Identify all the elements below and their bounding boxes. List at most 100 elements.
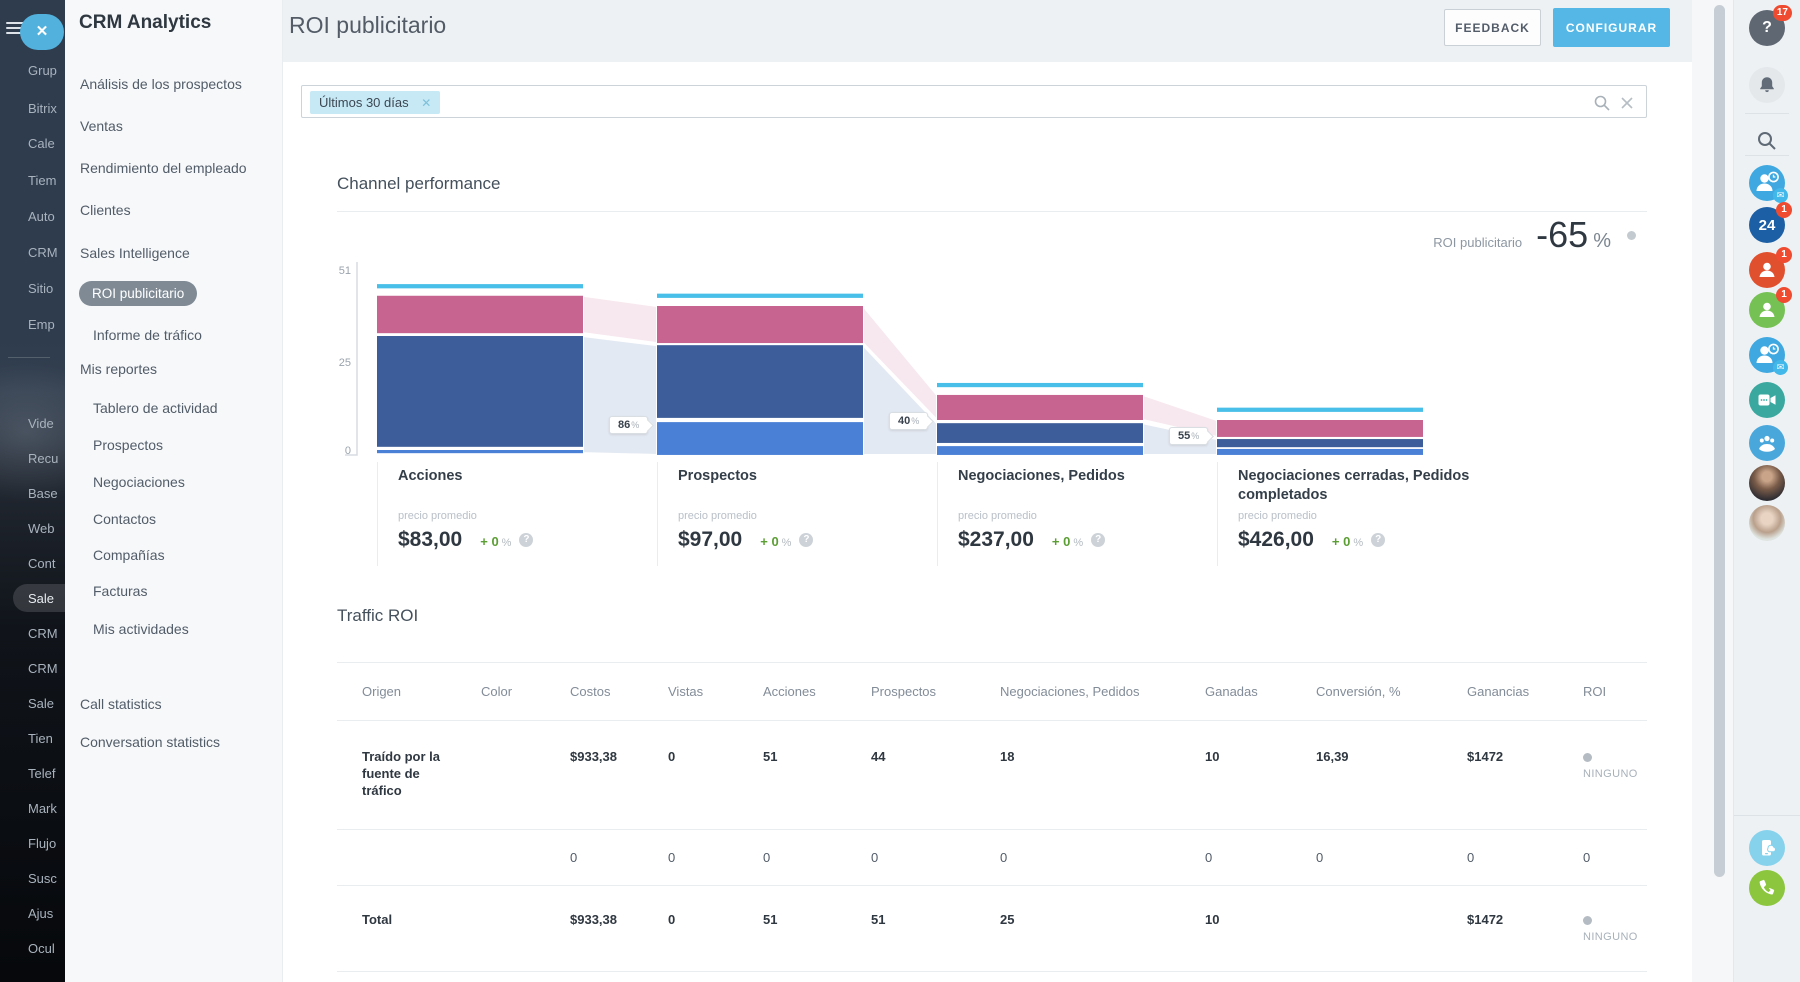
sidebar-item-conversation-statistics[interactable]: Conversation statistics [80,734,220,750]
sidebar-item-tablero-de-actividad[interactable]: Tablero de actividad [93,400,218,416]
column-header[interactable]: Ganancias [1442,663,1558,721]
collapsed-nav-item[interactable]: Mark [28,801,65,816]
sidebar-item-sales-intelligence[interactable]: Sales Intelligence [80,245,190,261]
collapsed-nav-item[interactable]: CRM [28,661,65,676]
collapsed-nav-item[interactable]: Telef [28,766,65,781]
collapsed-nav-item[interactable]: Tiem [28,173,65,188]
collapsed-nav-item[interactable]: Tien [28,731,65,746]
collapsed-nav-item[interactable]: Vide [28,416,65,431]
sidebar-item-clientes[interactable]: Clientes [80,202,131,218]
chip-remove-icon[interactable]: ✕ [421,96,431,110]
average-price-value: $237,00 [958,528,1034,552]
sidebar-item-mis-actividades[interactable]: Mis actividades [93,621,189,637]
price-delta: + 0 [1332,534,1350,549]
sidebar-item-an-lisis-de-los-prospectos[interactable]: Análisis de los prospectos [80,76,242,92]
sidebar-title: CRM Analytics [79,12,211,34]
funnel-segment-dark-blue [377,336,583,447]
collapsed-nav-item[interactable]: Ajus [28,906,65,921]
sidebar-item-call-statistics[interactable]: Call statistics [80,696,162,712]
value-cell: 0 [545,830,643,886]
crm-activities-button-2[interactable]: ✉ [1749,337,1785,373]
collapsed-nav-item[interactable]: Auto [28,209,65,224]
column-header[interactable]: Negociaciones, Pedidos [975,663,1180,721]
user-avatar-1[interactable] [1749,465,1785,501]
collapsed-nav-item[interactable]: Base [28,486,65,501]
vertical-scrollbar[interactable] [1714,5,1725,877]
sidebar-item-facturas[interactable]: Facturas [93,583,147,599]
page-title: ROI publicitario [289,12,446,39]
collapsed-nav-item[interactable]: CRM [28,626,65,641]
filter-search-bar[interactable]: Últimos 30 días ✕ [301,85,1647,118]
collapsed-nav-item[interactable]: Flujo [28,836,65,851]
collapsed-nav-item[interactable]: Ocul [28,941,65,956]
search-button[interactable] [1749,123,1785,159]
sidebar-item-informe-de-tr-fico[interactable]: Informe de tráfico [93,327,202,343]
crm-activities-button[interactable]: ✉ [1749,165,1785,201]
sidebar-item-negociaciones[interactable]: Negociaciones [93,474,185,490]
mobile-app-button[interactable] [1749,830,1785,866]
value-cell: 0 [738,830,846,886]
roi-summary: ROI publicitario -65 % [1433,214,1645,256]
column-header[interactable]: Acciones [738,663,846,721]
sidebar-item-mis-reportes[interactable]: Mis reportes [80,361,157,377]
search-icon[interactable] [1594,95,1610,111]
sidebar-item-prospectos[interactable]: Prospectos [93,437,163,453]
crm-clients-button[interactable]: 1 [1749,292,1785,328]
help-circle-icon[interactable]: ? [519,533,533,547]
column-header[interactable]: Vistas [643,663,738,721]
sidebar-item-roi-publicitario[interactable]: ROI publicitario [79,281,197,306]
column-header[interactable]: ROI [1558,663,1647,721]
help-circle-icon[interactable]: ? [1091,533,1105,547]
collapse-sidebar-button[interactable]: ✕ [20,14,64,50]
price-delta: + 0 [760,534,778,549]
collapsed-nav-item[interactable]: Bitrix [28,101,65,116]
sidebar-item-compa-as[interactable]: Compañías [93,547,165,563]
collapsed-nav-item[interactable]: Recu [28,451,65,466]
help-circle-icon[interactable]: ? [799,533,813,547]
user-avatar-2[interactable] [1749,505,1785,541]
collapsed-nav-item[interactable]: Web [28,521,65,536]
collapsed-nav-item[interactable]: CRM [28,245,65,260]
collapsed-nav-item[interactable]: Emp [28,317,65,332]
collapsed-nav-item[interactable]: Susc [28,871,65,886]
telephony-button[interactable] [1749,870,1785,906]
bitrix24-chat-button[interactable]: 241 [1749,207,1785,243]
collapsed-nav-item[interactable]: Sitio [28,281,65,296]
average-price-label: precio promedio [678,510,813,522]
video-call-button[interactable] [1749,382,1785,418]
hands-icon [1749,425,1785,461]
divider [8,357,50,358]
sidebar-item-ventas[interactable]: Ventas [80,118,123,134]
column-header[interactable]: Ganadas [1180,663,1291,721]
column-header[interactable]: Conversión, % [1291,663,1442,721]
stage-card-3: Negociaciones, Pedidosprecio promedio$23… [937,462,1217,566]
column-header[interactable]: Origen [337,663,456,721]
notifications-button[interactable] [1749,67,1785,103]
collapsed-nav-item[interactable]: Grup [28,63,65,78]
sidebar-item-rendimiento-del-empleado[interactable]: Rendimiento del empleado [80,160,247,176]
collapsed-nav-item[interactable]: Cont [28,556,65,571]
close-icon: ✕ [36,23,49,40]
value-cell: 0 [1180,830,1291,886]
configure-button[interactable]: CONFIGURAR [1553,8,1670,47]
column-header[interactable]: Prospectos [846,663,975,721]
filter-chip[interactable]: Últimos 30 días ✕ [310,91,440,114]
collapsed-nav-item[interactable]: Sale [28,591,65,606]
collapsed-nav-item[interactable]: Cale [28,136,65,151]
help-button[interactable]: ?17 [1749,10,1785,46]
collapsed-nav-item[interactable]: Sale [28,696,65,711]
column-header[interactable]: Color [456,663,545,721]
funnel-segment-pink [377,296,583,333]
feedback-button[interactable]: FEEDBACK [1444,9,1541,46]
sidebar-item-contactos[interactable]: Contactos [93,511,156,527]
scroll-gutter [1692,0,1733,982]
value-cell: $933,38 [545,886,643,972]
collaboration-button[interactable] [1749,425,1785,461]
value-cell: 0 [846,830,975,886]
column-header[interactable]: Costos [545,663,643,721]
help-circle-icon[interactable]: ? [1371,533,1385,547]
clear-filter-icon[interactable] [1619,95,1635,111]
contact-center-button[interactable]: 1 [1749,252,1785,288]
conversion-unit: % [911,416,919,426]
funnel-segment-pink [937,395,1143,420]
